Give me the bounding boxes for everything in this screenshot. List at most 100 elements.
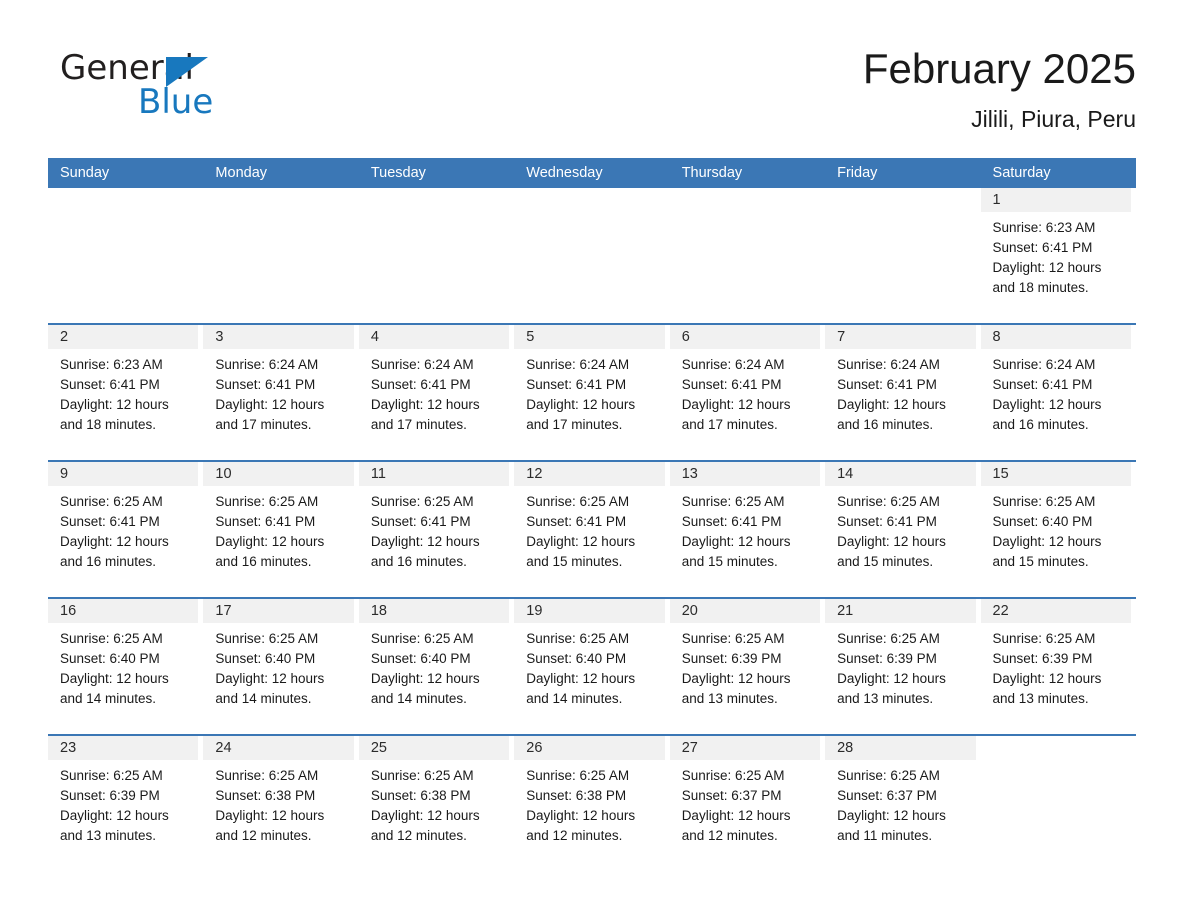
day-cell[interactable]: 2 Sunrise: 6:23 AM Sunset: 6:41 PM Daylight… [48,325,203,460]
day-details: Sunrise: 6:25 AM Sunset: 6:38 PM Daylight:… [203,760,353,846]
day-number [514,188,664,212]
sunset-text: Sunset: 6:41 PM [992,377,1093,392]
day-cell[interactable]: 4 Sunrise: 6:24 AM Sunset: 6:41 PM Daylight… [358,325,514,460]
day-cell[interactable]: 24 Sunrise: 6:25 AM Sunset: 6:38 PM Dayligh… [203,736,358,871]
sunrise-text: Sunrise: 6:25 AM [215,494,319,509]
day-cell[interactable]: 9 Sunrise: 6:25 AM Sunset: 6:41 PM Daylight… [48,462,203,597]
day-cell[interactable]: 5 Sunrise: 6:24 AM Sunset: 6:41 PM Daylight… [514,325,669,460]
daylight-text-line2: and 18 minutes. [60,417,157,432]
page-header: General Blue February 2025 Jilili, Piura… [48,40,1136,150]
sunset-text: Sunset: 6:41 PM [526,514,627,529]
calendar-week-row: 9 Sunrise: 6:25 AM Sunset: 6:41 PM Daylight… [48,462,1136,597]
daylight-text-line1: Daylight: 12 hours [681,397,791,412]
day-details: Sunrise: 6:25 AM Sunset: 6:38 PM Daylight:… [359,760,509,846]
day-cell[interactable]: 16 Sunrise: 6:25 AM Sunset: 6:40 PM Dayligh… [48,599,203,734]
daylight-text-line1: Daylight: 12 hours [370,397,480,412]
daylight-text-line1: Daylight: 12 hours [526,397,636,412]
day-details: Sunrise: 6:25 AM Sunset: 6:39 PM Daylight:… [670,623,820,709]
day-number: 6 [669,325,821,349]
day-cell [514,188,669,323]
sunrise-text: Sunrise: 6:24 AM [681,357,785,372]
sunrise-text: Sunrise: 6:23 AM [60,357,163,372]
daylight-text-line2: and 16 minutes. [837,417,934,432]
day-details: Sunrise: 6:25 AM Sunset: 6:40 PM Daylight:… [203,623,353,709]
day-cell[interactable]: 3 Sunrise: 6:24 AM Sunset: 6:41 PM Daylight… [203,325,358,460]
daylight-text-line1: Daylight: 12 hours [215,671,325,686]
sunset-text: Sunset: 6:41 PM [681,514,782,529]
weekday-header-sunday: Sunday [60,165,110,181]
day-number: 20 [669,599,821,623]
sunrise-text: Sunrise: 6:25 AM [215,631,319,646]
day-cell[interactable]: 11 Sunrise: 6:25 AM Sunset: 6:41 PM Dayligh… [358,462,514,597]
day-number [48,188,198,212]
day-cell[interactable]: 7 Sunrise: 6:24 AM Sunset: 6:41 PM Daylight… [825,325,980,460]
brand-logo[interactable]: General Blue [60,48,320,132]
day-number: 15 [980,462,1131,486]
day-cell[interactable]: 13 Sunrise: 6:25 AM Sunset: 6:41 PM Dayligh… [669,462,825,597]
day-details: Sunrise: 6:24 AM Sunset: 6:41 PM Daylight:… [203,349,353,435]
daylight-text-line2: and 15 minutes. [681,554,778,569]
daylight-text-line2: and 13 minutes. [681,691,778,706]
day-cell[interactable]: 25 Sunrise: 6:25 AM Sunset: 6:38 PM Dayligh… [358,736,514,871]
day-number: 19 [514,599,665,623]
day-number: 26 [514,736,665,760]
day-cell[interactable]: 23 Sunrise: 6:25 AM Sunset: 6:39 PM Dayligh… [48,736,203,871]
day-cell[interactable]: 12 Sunrise: 6:25 AM Sunset: 6:41 PM Dayligh… [514,462,669,597]
day-cell[interactable]: 14 Sunrise: 6:25 AM Sunset: 6:41 PM Dayligh… [825,462,980,597]
daylight-text-line1: Daylight: 12 hours [681,808,791,823]
day-cell[interactable]: 8 Sunrise: 6:24 AM Sunset: 6:41 PM Daylight… [980,325,1136,460]
day-number: 11 [358,462,510,486]
daylight-text-line1: Daylight: 12 hours [60,397,169,412]
weekday-header-row: Sunday Monday Tuesday Wednesday Thursday… [48,158,1136,188]
day-details: Sunrise: 6:23 AM Sunset: 6:41 PM Dayligh… [981,212,1131,298]
sunset-text: Sunset: 6:37 PM [837,788,937,803]
day-number: 1 [980,188,1131,212]
location-subtitle: Jilili, Piura, Peru [971,106,1136,132]
day-cell[interactable]: 18 Sunrise: 6:25 AM Sunset: 6:40 PM Dayligh… [358,599,514,734]
day-details: Sunrise: 6:25 AM Sunset: 6:40 PM Daylight:… [359,623,509,709]
day-cell[interactable]: 21 Sunrise: 6:25 AM Sunset: 6:39 PM Dayligh… [825,599,980,734]
daylight-text-line2: and 16 minutes. [60,554,157,569]
day-details: Sunrise: 6:24 AM Sunset: 6:41 PM Daylight:… [670,349,820,435]
sunset-text: Sunset: 6:39 PM [837,651,937,666]
daylight-text-line2: and 12 minutes. [681,828,778,843]
daylight-text-line1: Daylight: 12 hours [60,671,169,686]
daylight-text-line1: Daylight: 12 hours [370,808,480,823]
day-number: 14 [825,462,976,486]
day-cell[interactable]: 17 Sunrise: 6:25 AM Sunset: 6:40 PM Dayligh… [203,599,358,734]
sunset-text: Sunset: 6:39 PM [992,651,1093,666]
daylight-text-line1: Daylight: 12 hours [215,397,325,412]
day-cell[interactable]: 20 Sunrise: 6:25 AM Sunset: 6:39 PM Dayligh… [669,599,825,734]
calendar-week-row: 16 Sunrise: 6:25 AM Sunset: 6:40 PM Dayligh… [48,599,1136,734]
daylight-text-line2: and 17 minutes. [526,417,623,432]
sunrise-text: Sunrise: 6:25 AM [992,631,1096,646]
day-cell [203,188,358,323]
daylight-text-line2: and 14 minutes. [370,691,467,706]
day-number [670,188,820,212]
day-details: Sunrise: 6:25 AM Sunset: 6:39 PM Daylight:… [981,623,1131,709]
sunrise-text: Sunrise: 6:25 AM [681,631,785,646]
day-cell[interactable]: 26 Sunrise: 6:25 AM Sunset: 6:38 PM Dayligh… [514,736,669,871]
day-cell[interactable]: 28 Sunrise: 6:25 AM Sunset: 6:37 PM Dayligh… [825,736,980,871]
day-number: 28 [825,736,976,760]
day-number: 5 [514,325,665,349]
sunrise-text: Sunrise: 6:25 AM [837,768,940,783]
daylight-text-line2: and 14 minutes. [526,691,623,706]
day-cell[interactable]: 22 Sunrise: 6:25 AM Sunset: 6:39 PM Dayligh… [980,599,1136,734]
day-cell[interactable]: 6 Sunrise: 6:24 AM Sunset: 6:41 PM Daylight… [669,325,825,460]
sunrise-text: Sunrise: 6:25 AM [370,631,474,646]
day-cell[interactable]: 15 Sunrise: 6:25 AM Sunset: 6:40 PM Dayligh… [980,462,1136,597]
day-cell[interactable]: 19 Sunrise: 6:25 AM Sunset: 6:40 PM Dayligh… [514,599,669,734]
daylight-text-line2: and 14 minutes. [60,691,157,706]
daylight-text-line2: and 17 minutes. [681,417,778,432]
day-cell[interactable]: 10 Sunrise: 6:25 AM Sunset: 6:41 PM Dayligh… [203,462,358,597]
calendar-week-row: 2 Sunrise: 6:23 AM Sunset: 6:41 PM Daylight… [48,325,1136,460]
day-number [359,188,509,212]
sunrise-text: Sunrise: 6:25 AM [370,494,474,509]
daylight-text-line1: Daylight: 12 hours [837,534,946,549]
day-cell[interactable]: 1 Sunrise: 6:23 AM Sunset: 6:41 PM Dayli… [980,188,1136,323]
daylight-text-line1: Daylight: 12 hours [837,671,946,686]
day-cell[interactable]: 27 Sunrise: 6:25 AM Sunset: 6:37 PM Dayligh… [669,736,825,871]
sunset-text: Sunset: 6:41 PM [526,377,627,392]
sunset-text: Sunset: 6:41 PM [837,514,937,529]
